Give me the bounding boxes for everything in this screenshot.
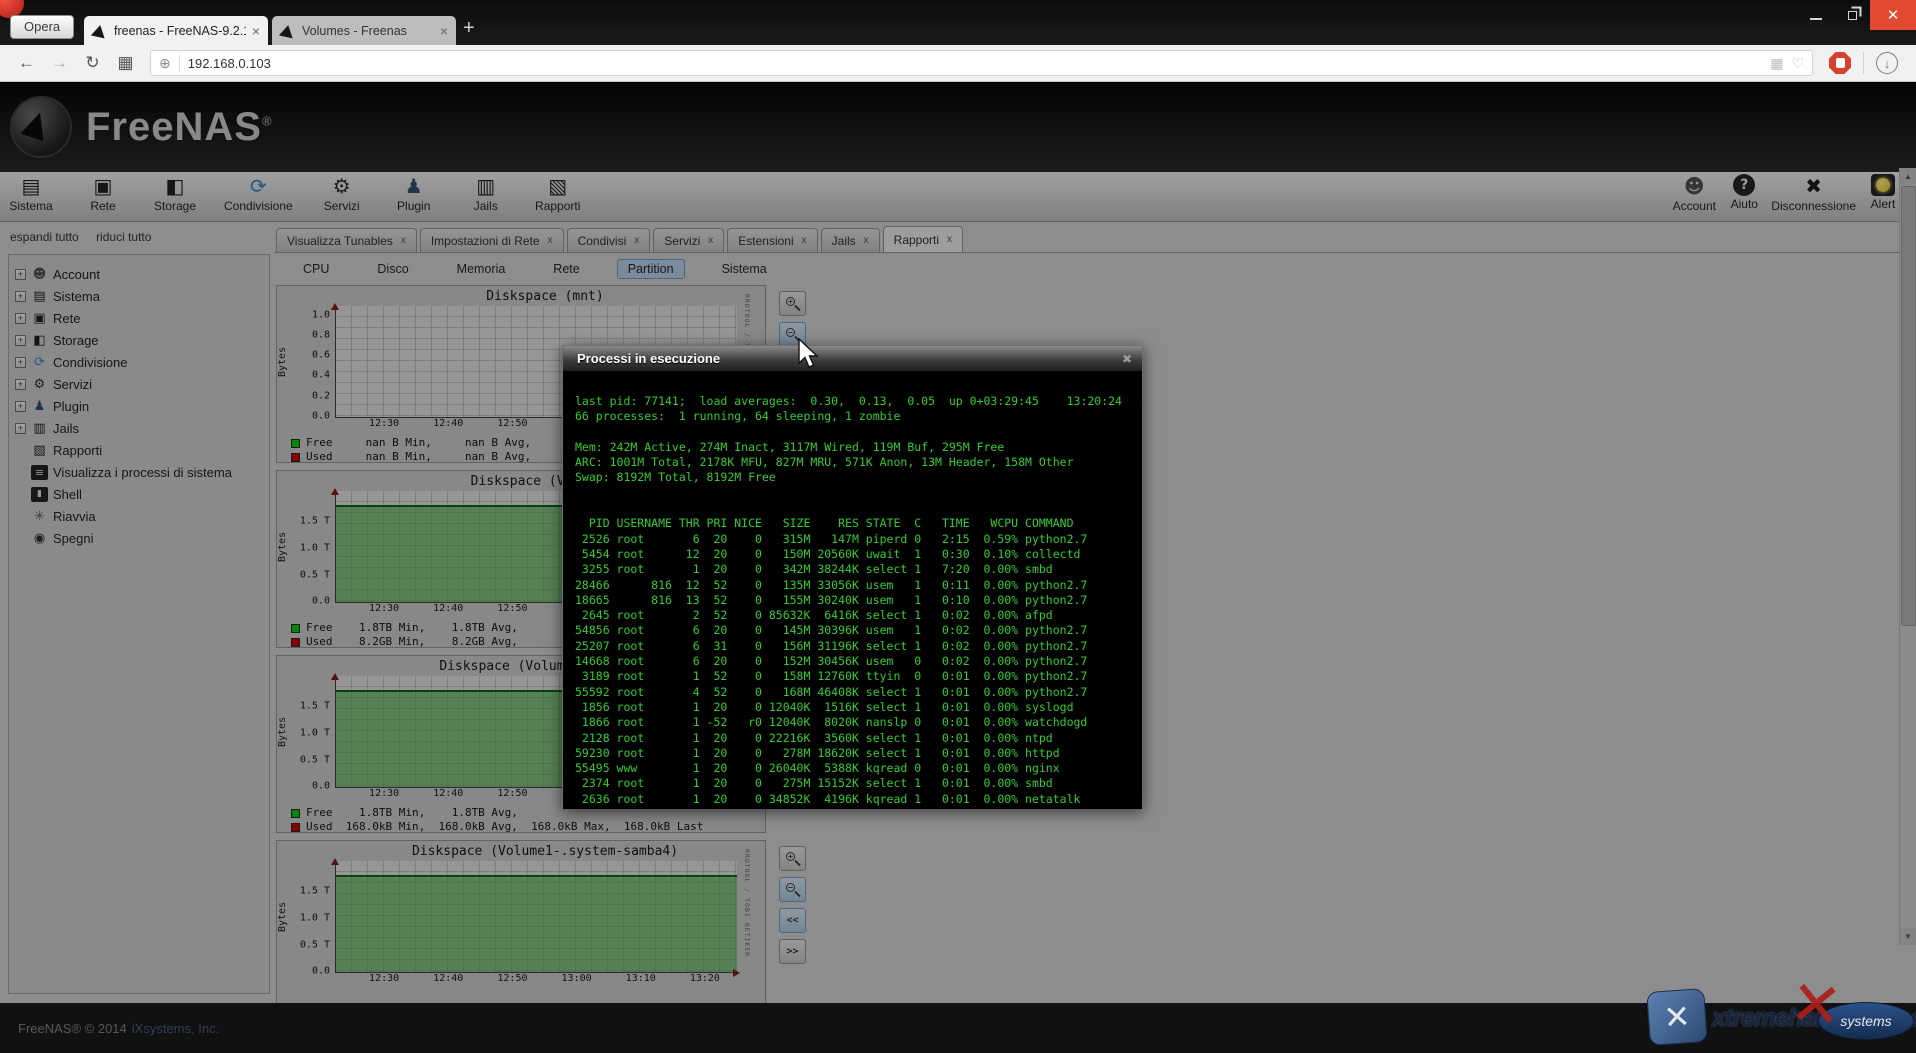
url-text[interactable]: 192.168.0.103: [188, 56, 1762, 71]
freenas-favicon-icon: [279, 23, 295, 38]
site-globe-icon: ⊕: [159, 55, 180, 72]
window-controls: ✕: [1798, 0, 1916, 30]
new-tab-button[interactable]: +: [463, 18, 475, 38]
dialog-titlebar[interactable]: Processi in esecuzione ✖: [563, 346, 1142, 372]
watermark-red-x-icon: ✕: [1786, 965, 1845, 1043]
tab-title: Volumes - Freenas: [302, 24, 434, 38]
browser-tab-freenas[interactable]: freenas - FreeNAS-9.2.1.5- ×: [84, 16, 268, 45]
minimize-icon[interactable]: [1798, 0, 1834, 30]
close-icon[interactable]: ✕: [1870, 0, 1916, 30]
restore-icon[interactable]: [1834, 0, 1870, 30]
urlbar-heart-icon[interactable]: ♡: [1791, 55, 1804, 72]
freenas-favicon-icon: [91, 23, 107, 38]
dialog-title: Processi in esecuzione: [577, 351, 1122, 366]
dialog-close-icon[interactable]: ✖: [1122, 352, 1132, 366]
urlbar-grid-icon[interactable]: ▦: [1770, 55, 1783, 72]
console-text: last pid: 77141; load averages: 0.30, 0.…: [563, 372, 1142, 809]
watermark-x-icon: ✕: [1646, 988, 1708, 1046]
tab-close-icon[interactable]: ×: [440, 23, 448, 39]
processes-dialog: Processi in esecuzione ✖ last pid: 77141…: [562, 345, 1143, 809]
browser-address-bar: ← → ↻ ▦ ⊕ 192.168.0.103 ▦ ♡ ↓: [0, 45, 1916, 82]
back-icon[interactable]: ←: [10, 53, 43, 73]
xtremehardware-watermark: ✕ xtremehardware.com systems ✕: [1640, 982, 1916, 1053]
toolbar-divider: [1863, 52, 1864, 74]
reload-icon[interactable]: ↻: [76, 53, 109, 73]
browser-tab-bar: Opera freenas - FreeNAS-9.2.1.5- × Volum…: [0, 0, 1916, 45]
opera-menu-button[interactable]: Opera: [10, 15, 74, 39]
freenas-page: FreeNAS® SistemaReteStorageCondivisioneS…: [0, 82, 1916, 1053]
forward-icon[interactable]: →: [43, 53, 76, 73]
speed-dial-icon[interactable]: ▦: [109, 53, 142, 73]
mouse-cursor-icon: [797, 338, 820, 370]
tab-close-icon[interactable]: ×: [252, 23, 260, 39]
adblock-icon[interactable]: [1829, 52, 1851, 74]
download-icon[interactable]: ↓: [1876, 52, 1898, 74]
browser-tab-volumes[interactable]: Volumes - Freenas ×: [272, 16, 456, 45]
url-bar[interactable]: ⊕ 192.168.0.103 ▦ ♡: [150, 50, 1813, 76]
tab-title: freenas - FreeNAS-9.2.1.5-: [114, 24, 246, 38]
screen: Opera freenas - FreeNAS-9.2.1.5- × Volum…: [0, 0, 1916, 1053]
